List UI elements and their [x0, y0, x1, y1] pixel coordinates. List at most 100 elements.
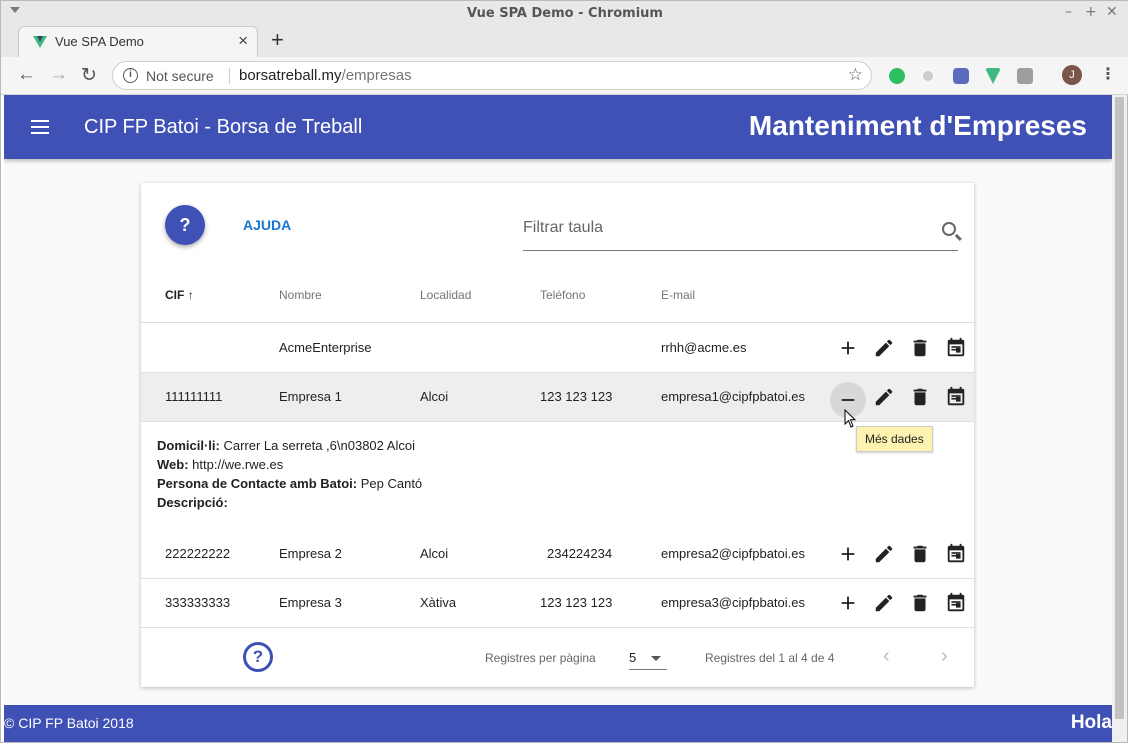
edit-pencil-icon[interactable] [873, 592, 895, 614]
tab-label: Vue SPA Demo [55, 34, 144, 49]
cell-localidad: Xàtiva [420, 595, 457, 610]
back-icon[interactable]: ← [17, 64, 36, 86]
filter-field[interactable] [523, 219, 958, 251]
cell-cif: 111111111 [165, 389, 223, 404]
greeting: Hola [1070, 712, 1112, 733]
app-title: CIP FP Batoi - Borsa de Treball [84, 116, 363, 138]
companies-card: ? AJUDA CIF ↑ Nombre Localidad Teléfono … [141, 183, 974, 687]
url-path: /empresas [341, 67, 412, 84]
chevron-down-icon [651, 656, 661, 661]
calendar-icon[interactable] [945, 386, 967, 408]
cell-nombre: Empresa 1 [279, 389, 342, 404]
profile-avatar[interactable]: J [1062, 65, 1082, 85]
table-footer: ? Registres per pàgina 5 Registres del 1… [141, 627, 974, 687]
edit-pencil-icon[interactable] [873, 543, 895, 565]
expand-plus-icon[interactable] [837, 337, 859, 359]
cell-email: empresa2@cipfpbatoi.es [661, 546, 805, 561]
next-page-icon[interactable]: › [941, 645, 948, 668]
mouse-cursor-icon [844, 409, 857, 428]
new-tab-icon[interactable]: + [271, 27, 284, 53]
delete-trash-icon[interactable] [909, 386, 931, 408]
detail-web: http://we.rwe.es [192, 457, 284, 472]
page-footer: © CIP FP Batoi 2018 Hola [4, 705, 1112, 742]
url-text[interactable]: borsatreball.my/empresas [239, 67, 412, 84]
cell-nombre: AcmeEnterprise [279, 340, 372, 355]
table-row[interactable]: 333333333 Empresa 3 Xàtiva 123 123 123 e… [141, 579, 974, 628]
forward-icon[interactable]: → [49, 64, 68, 86]
page-content: CIP FP Batoi - Borsa de Treball Mantenim… [4, 95, 1112, 742]
tooltip: Més dades [856, 426, 933, 452]
page-scrollbar[interactable] [1112, 95, 1127, 742]
detail-address: Carrer La serreta ,6\n03802 Alcoi [223, 438, 415, 453]
maximize-icon[interactable]: + [1085, 4, 1097, 20]
detail-web-label: Web: [157, 457, 189, 472]
help-circle-icon[interactable]: ? [243, 642, 273, 672]
menu-icon[interactable] [31, 120, 49, 134]
table-row[interactable]: AcmeEnterprise rrhh@acme.es [141, 324, 974, 373]
prev-page-icon[interactable]: ‹ [883, 645, 890, 668]
delete-trash-icon[interactable] [909, 337, 931, 359]
cell-telefono: 234224234 [547, 546, 613, 561]
minimize-icon[interactable]: – [1065, 4, 1072, 20]
window-title: Vue SPA Demo - Chromium [467, 6, 663, 21]
col-cif-header[interactable]: CIF ↑ [165, 288, 194, 302]
cell-email: rrhh@acme.es [661, 340, 747, 355]
row-details: Domicil·li: Carrer La serreta ,6\n03802 … [157, 436, 422, 512]
col-email-header[interactable]: E-mail [661, 288, 695, 302]
browser-window: Vue SPA Demo - Chromium – + ✕ Vue SPA De… [0, 0, 1128, 743]
cell-telefono: 123 123 123 [540, 595, 613, 610]
filter-input[interactable] [523, 219, 923, 237]
edit-pencil-icon[interactable] [873, 386, 895, 408]
extension-icon[interactable] [1017, 68, 1033, 84]
browser-tab[interactable]: Vue SPA Demo × [18, 26, 258, 57]
info-icon[interactable]: i [123, 68, 138, 83]
cell-email: empresa1@cipfpbatoi.es [661, 389, 805, 404]
detail-contact: Pep Cantó [360, 476, 423, 491]
evernote-extension-icon[interactable] [889, 68, 905, 84]
bookmark-star-icon[interactable]: ☆ [848, 65, 863, 85]
cell-email: empresa3@cipfpbatoi.es [661, 595, 805, 610]
rows-per-page-value: 5 [629, 650, 637, 665]
calendar-icon[interactable] [945, 337, 967, 359]
window-titlebar: Vue SPA Demo - Chromium – + ✕ [1, 1, 1128, 26]
browser-menu-icon[interactable]: ⋮ [1100, 64, 1116, 84]
expand-plus-icon[interactable] [837, 543, 859, 565]
record-extension-icon[interactable] [923, 71, 933, 81]
redux-extension-icon[interactable] [953, 68, 969, 84]
calendar-icon[interactable] [945, 543, 967, 565]
detail-contact-label: Persona de Contacte amb Batoi: [157, 476, 358, 491]
pagination-range: Registres del 1 al 4 de 4 [705, 651, 835, 665]
address-bar[interactable]: i Not secure borsatreball.my/empresas ☆ [112, 61, 872, 90]
page-title: Manteniment d'Empreses [748, 110, 1087, 141]
detail-description-label: Descripció: [157, 495, 228, 510]
search-icon[interactable] [942, 222, 956, 236]
vue-logo-icon [33, 36, 47, 48]
detail-address-label: Domicil·li: [157, 438, 220, 453]
help-link[interactable]: AJUDA [243, 217, 291, 233]
help-button[interactable]: ? [165, 205, 205, 245]
omnibox-divider [229, 68, 230, 84]
delete-trash-icon[interactable] [909, 592, 931, 614]
close-window-icon[interactable]: ✕ [1106, 4, 1118, 20]
delete-trash-icon[interactable] [909, 543, 931, 565]
browser-toolbar: ← → ↻ i Not secure borsatreball.my/empre… [1, 57, 1128, 95]
col-telefono-header[interactable]: Teléfono [540, 288, 585, 302]
vue-devtools-extension-icon[interactable] [985, 68, 1001, 84]
expand-plus-icon[interactable] [837, 592, 859, 614]
col-localidad-header[interactable]: Localidad [420, 288, 471, 302]
close-tab-icon[interactable]: × [238, 31, 248, 51]
security-label: Not secure [146, 68, 214, 84]
calendar-icon[interactable] [945, 592, 967, 614]
cell-telefono: 123 123 123 [540, 389, 613, 404]
rows-per-page-select[interactable]: 5 [629, 642, 667, 670]
col-nombre-header[interactable]: Nombre [279, 288, 322, 302]
url-host: borsatreball.my [239, 67, 342, 84]
scrollbar-thumb[interactable] [1115, 97, 1124, 719]
tab-strip: Vue SPA Demo × + [1, 26, 1128, 57]
cell-nombre: Empresa 2 [279, 546, 342, 561]
reload-icon[interactable]: ↻ [81, 64, 97, 87]
copyright: © CIP FP Batoi 2018 [4, 715, 134, 731]
edit-pencil-icon[interactable] [873, 337, 895, 359]
table-row[interactable]: 222222222 Empresa 2 Alcoi 234224234 empr… [141, 530, 974, 579]
app-bar: CIP FP Batoi - Borsa de Treball Mantenim… [4, 95, 1112, 159]
